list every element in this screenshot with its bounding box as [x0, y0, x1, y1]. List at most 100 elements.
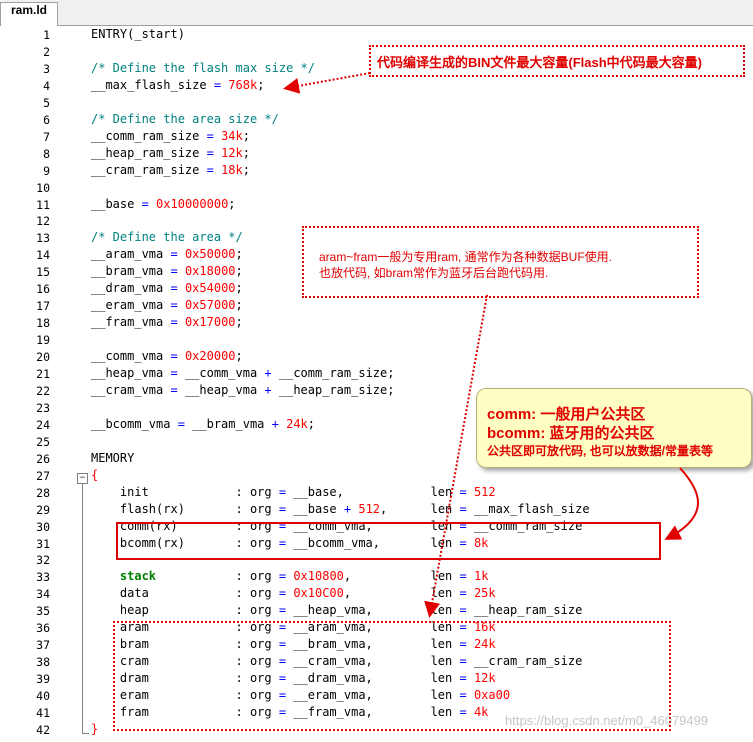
code-line[interactable]: __cram_ram_size = 18k;	[91, 163, 250, 177]
code-token: 34k	[221, 128, 243, 143]
code-line[interactable]: __eram_vma = 0x57000;	[91, 298, 243, 312]
code-token: =	[170, 382, 178, 397]
tab-ram-ld[interactable]: ram.ld	[0, 2, 59, 26]
code-line[interactable]: __comm_ram_size = 34k;	[91, 129, 250, 143]
code-line[interactable]: data : org = 0x10C00, len = 25k	[91, 586, 496, 600]
ram-usage-note: aram~fram一般为专用ram, 通常作为各种数据BUF使用. 也放代码, …	[302, 226, 699, 298]
code-token: __bram_vma	[91, 264, 171, 279]
line-number: 9	[43, 163, 50, 178]
fold-guide-line	[82, 484, 83, 733]
code-token: =	[206, 128, 214, 143]
line-number: 29	[36, 502, 50, 517]
ram-usage-note-line2: 也放代码, 如bram常作为蓝牙后台跑代码用.	[319, 266, 549, 280]
line-number: 26	[36, 451, 50, 466]
line-number: 41	[36, 706, 50, 720]
code-line[interactable]: heap : org = __heap_vma, len = __heap_ra…	[91, 603, 582, 617]
fold-collapse-icon[interactable]: −	[77, 473, 88, 484]
code-token: __base	[91, 196, 142, 211]
code-line[interactable]: {	[91, 468, 98, 482]
code-token: =	[459, 484, 467, 499]
code-token: =	[170, 315, 178, 330]
code-line[interactable]: __base = 0x10000000;	[91, 197, 236, 211]
code-token: ;	[242, 145, 250, 160]
code-token: 0x17000	[184, 315, 236, 330]
code-line[interactable]: /* Define the area */	[91, 230, 243, 244]
code-token: __base	[286, 501, 344, 516]
code-token: flash(rx) : org	[91, 501, 279, 516]
code-token: ;	[235, 281, 243, 296]
line-number: 36	[36, 621, 50, 636]
code-token: __base, len	[286, 484, 460, 499]
code-line[interactable]: __aram_vma = 0x50000;	[91, 247, 243, 261]
code-line[interactable]: __dram_vma = 0x54000;	[91, 281, 243, 295]
line-number: 35	[36, 604, 50, 619]
line-number: 11	[36, 197, 50, 212]
code-line[interactable]: ENTRY(_start)	[91, 27, 185, 41]
code-token: ;	[235, 349, 243, 364]
code-line[interactable]: }	[91, 722, 98, 736]
code-token: 0x10000000	[156, 196, 229, 211]
code-token: =	[170, 247, 178, 262]
code-token: __comm_ram_size	[91, 128, 207, 143]
code-token: __bcomm_vma	[91, 416, 178, 431]
code-line[interactable]: __heap_vma = __comm_vma + __comm_ram_siz…	[91, 366, 394, 380]
code-token: 0x20000	[184, 349, 236, 364]
code-line[interactable]: stack : org = 0x10800, len = 1k	[91, 569, 489, 584]
code-token: __eram_vma	[91, 298, 171, 313]
code-token: 25k	[473, 586, 496, 601]
code-token: init : org	[91, 484, 279, 499]
code-line[interactable]: __cram_vma = __heap_vma + __heap_ram_siz…	[91, 383, 394, 397]
code-token: =	[459, 586, 467, 601]
line-number: 27	[36, 468, 50, 483]
line-number: 34	[36, 587, 50, 602]
code-line[interactable]: /* Define the flash max size */	[91, 61, 315, 75]
code-token: ;	[235, 247, 243, 262]
code-token: __heap_vma	[91, 366, 171, 380]
code-token: ;	[228, 196, 236, 211]
code-line[interactable]: __max_flash_size = 768k;	[91, 78, 264, 92]
watermark: https://blog.csdn.net/m0_46079499	[505, 713, 709, 728]
code-token: +	[264, 366, 272, 380]
code-line[interactable]: __comm_vma = 0x20000;	[91, 349, 243, 363]
code-line[interactable]: __bcomm_vma = __bram_vma + 24k;	[91, 417, 315, 431]
line-number: 19	[36, 333, 50, 348]
code-line[interactable]: /* Define the area size */	[91, 112, 279, 126]
code-token: __heap_ram_size;	[271, 382, 395, 397]
code-line[interactable]: init : org = __base, len = 512	[91, 485, 496, 499]
code-token: __comm_ram_size;	[271, 366, 395, 380]
tab-bar: ram.ld	[0, 0, 753, 26]
code-token: /* Define the area */	[91, 230, 243, 245]
line-number: 10	[36, 180, 50, 195]
code-token: __dram_vma	[91, 281, 171, 296]
code-token: __comm_vma	[91, 349, 171, 364]
code-token: +	[264, 382, 272, 397]
code-line[interactable]: __heap_ram_size = 12k;	[91, 146, 250, 160]
code-token: =	[170, 264, 178, 279]
code-token: 0x10800	[293, 569, 344, 584]
code-line[interactable]: __fram_vma = 0x17000;	[91, 315, 243, 329]
code-token: =	[206, 162, 214, 177]
code-token: 0x54000	[184, 281, 236, 296]
code-token: =	[206, 145, 214, 160]
code-token: __heap_vma	[177, 382, 265, 397]
code-line[interactable]: flash(rx) : org = __base + 512, len = __…	[91, 502, 590, 516]
line-number: 13	[36, 231, 50, 246]
code-line[interactable]: MEMORY	[91, 451, 134, 465]
code-line[interactable]: __bram_vma = 0x18000;	[91, 264, 243, 278]
comm-callout-line2: bcomm: 蓝牙用的公共区	[487, 425, 655, 442]
comm-callout-line1: comm: 一般用户公共区	[487, 406, 646, 423]
line-number: 17	[36, 299, 50, 314]
code-token: 12k	[221, 145, 243, 160]
code-token: heap : org	[91, 603, 279, 618]
line-number: 42	[36, 722, 50, 737]
code-token: ;	[242, 162, 250, 177]
code-token: =	[170, 366, 178, 380]
line-number: 5	[43, 95, 50, 110]
code-token: __aram_vma	[91, 247, 171, 262]
